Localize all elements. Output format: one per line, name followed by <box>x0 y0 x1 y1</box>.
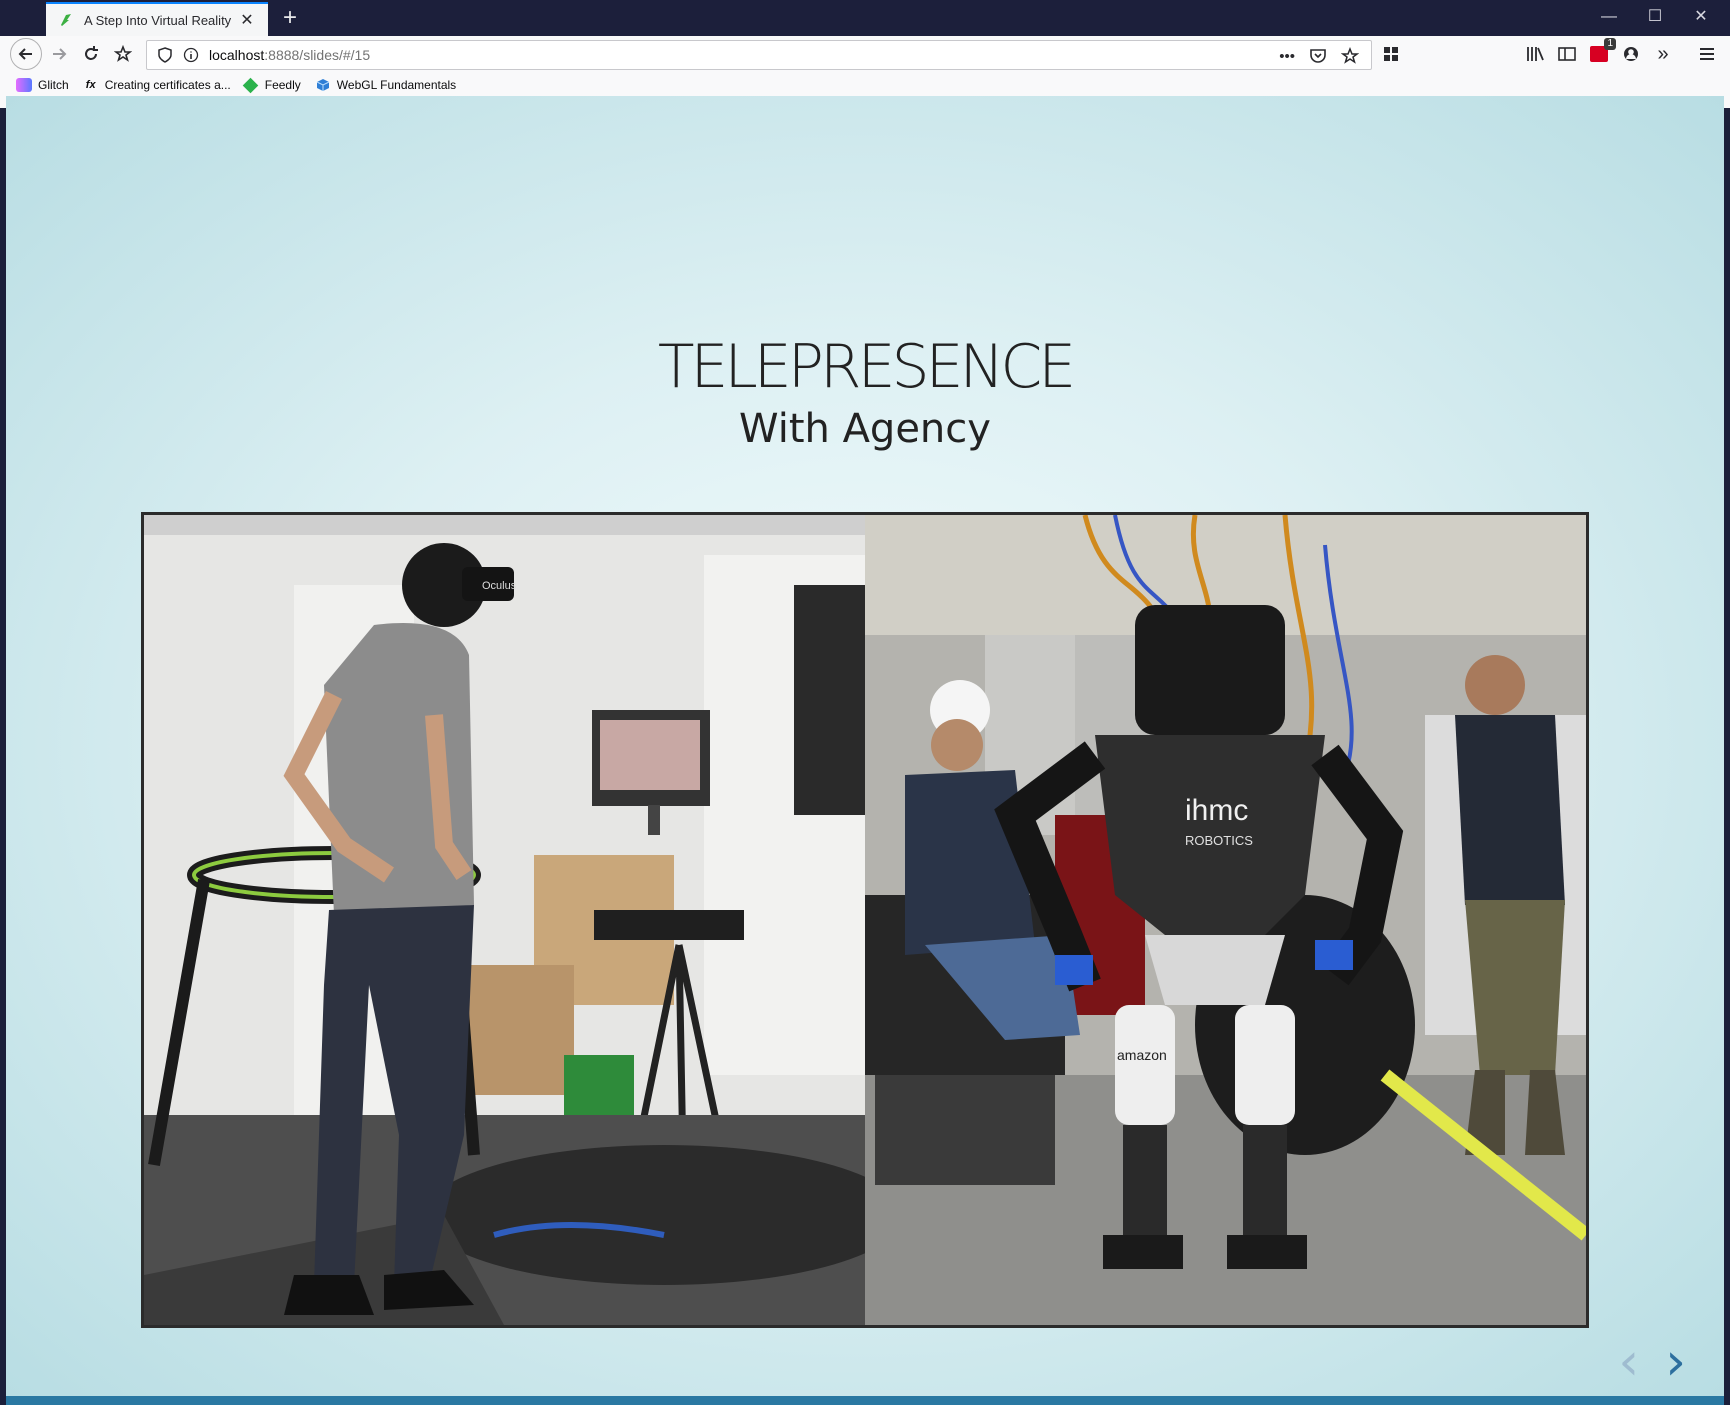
account-icon[interactable] <box>1616 39 1646 69</box>
slide-subtitle: With Agency <box>739 406 991 452</box>
glitch-fish-icon <box>61 14 71 26</box>
headset-brand-label: Oculus <box>482 580 517 592</box>
vr-treadmill-photo: Oculus <box>144 515 865 1325</box>
notification-badge: 1 <box>1604 38 1616 50</box>
home-icon <box>114 45 132 62</box>
robot-logo-text: ihmc <box>1185 794 1248 827</box>
robot-leg-sponsor-text: amazon <box>1117 1047 1167 1063</box>
overflow-chevron-icon[interactable]: » <box>1648 39 1678 69</box>
close-window-icon[interactable]: ✕ <box>1678 0 1724 36</box>
back-button[interactable] <box>10 38 42 70</box>
new-tab-button[interactable]: + <box>276 4 304 32</box>
slide-navigation: ‹ › <box>1618 1336 1686 1388</box>
humanoid-robot-photo: ihmc ROBOTICS amazon <box>865 515 1586 1325</box>
library-icon[interactable] <box>1520 39 1550 69</box>
extensions-icon[interactable] <box>1376 39 1406 69</box>
bookmark-feedly[interactable]: Feedly <box>242 77 301 93</box>
tab-active[interactable]: A Step Into Virtual Reality ✕ <box>46 2 268 36</box>
bookmarks-toolbar: Glitch fx Creating certificates a... Fee… <box>0 72 1730 98</box>
shield-icon[interactable] <box>157 47 173 63</box>
info-icon[interactable] <box>183 47 199 63</box>
forward-arrow-icon <box>53 48 67 60</box>
url-bar[interactable]: localhost :8888/slides/#/15 ••• <box>146 40 1372 70</box>
tab-close-icon[interactable]: ✕ <box>238 10 256 30</box>
slide-title: TELEPRESENCE <box>657 332 1076 402</box>
slide-viewport: TELEPRESENCE With Agency Oculus ihmc ROB… <box>6 96 1724 1396</box>
tab-title: A Step Into Virtual Reality <box>84 12 232 28</box>
reload-icon <box>85 46 98 60</box>
robot-logo-subtext: ROBOTICS <box>1185 833 1253 848</box>
slide-progress-bar <box>6 1396 1724 1405</box>
forward-button[interactable] <box>44 39 74 69</box>
page-actions-icon[interactable]: ••• <box>1279 41 1295 71</box>
reload-button[interactable] <box>76 39 106 69</box>
maximize-icon[interactable]: ☐ <box>1632 0 1678 36</box>
bookmark-webgl[interactable]: WebGL Fundamentals <box>315 78 456 92</box>
pocket-icon[interactable] <box>1309 41 1327 71</box>
back-arrow-icon <box>18 48 32 60</box>
bookmark-certificates[interactable]: fx Creating certificates a... <box>83 78 231 92</box>
feedly-icon <box>242 77 259 93</box>
fx-icon: fx <box>85 79 96 91</box>
bookmark-glitch[interactable]: Glitch <box>16 78 69 92</box>
bookmark-star-icon[interactable] <box>1341 41 1359 71</box>
vr-treadmill-scene: Oculus <box>144 515 865 1325</box>
extension-notification-icon[interactable]: 1 <box>1584 38 1616 69</box>
url-host: localhost <box>209 47 265 63</box>
sidebar-icon[interactable] <box>1552 39 1582 69</box>
title-bar: A Step Into Virtual Reality ✕ + — ☐ ✕ <box>0 0 1730 36</box>
glitch-icon <box>16 78 32 92</box>
url-path: :8888/slides/#/15 <box>264 47 371 63</box>
home-button[interactable] <box>108 39 138 69</box>
hamburger-menu-icon[interactable] <box>1692 39 1722 69</box>
webgl-icon <box>315 78 331 92</box>
slide-image: Oculus ihmc ROBOTICS amazon <box>141 512 1589 1328</box>
previous-slide-arrow-icon[interactable]: ‹ <box>1618 1336 1639 1388</box>
minimize-icon[interactable]: — <box>1586 0 1632 36</box>
robot-lab-scene: ihmc ROBOTICS amazon <box>865 515 1586 1325</box>
next-slide-arrow-icon[interactable]: › <box>1665 1336 1686 1388</box>
